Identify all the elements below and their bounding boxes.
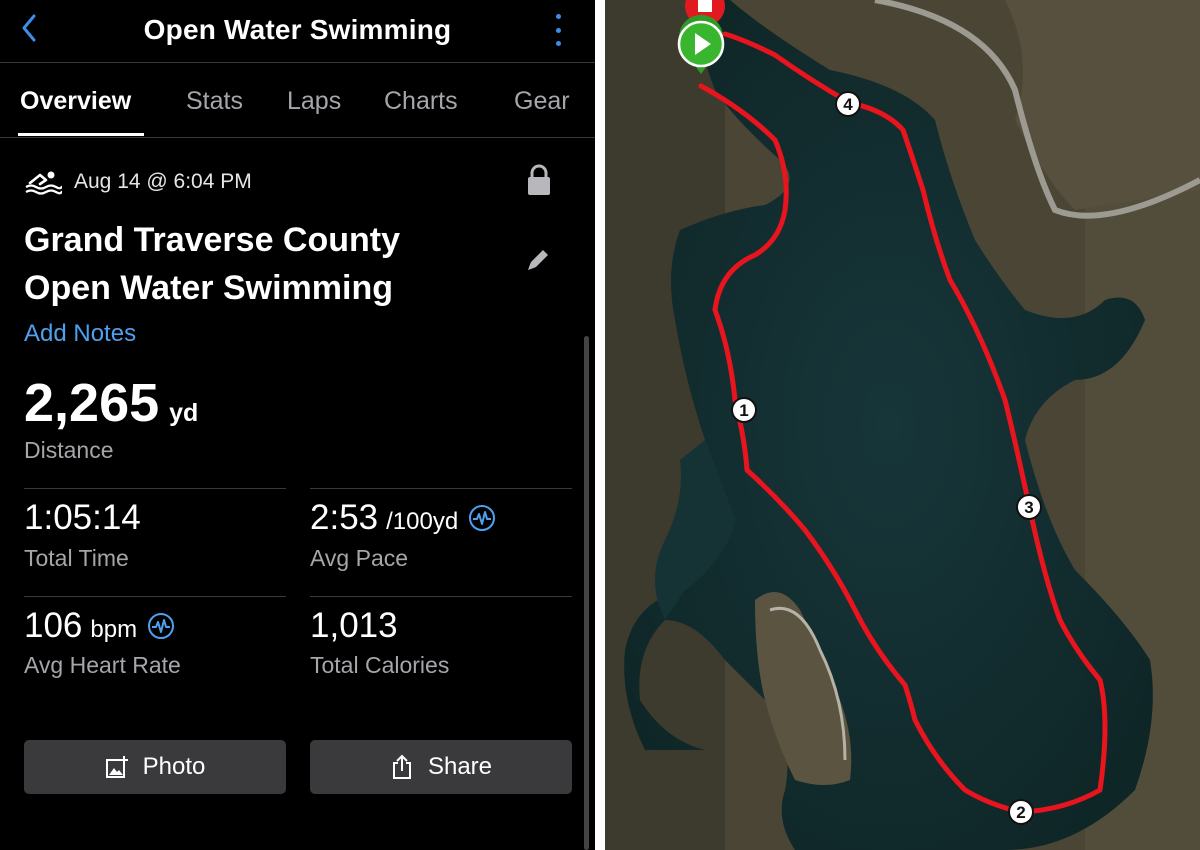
tab-overview[interactable]: Overview (20, 87, 131, 116)
tab-gear[interactable]: Gear (514, 87, 570, 116)
stats-divider-right-2 (310, 596, 572, 597)
total-calories-label: Total Calories (310, 652, 450, 678)
lap-marker-3-label: 3 (1024, 498, 1033, 517)
share-label: Share (427, 753, 493, 780)
more-vertical-icon (555, 14, 561, 19)
swim-icon (25, 171, 62, 195)
page-title: Open Water Swimming (143, 14, 452, 45)
lap-marker-1-label: 1 (739, 401, 748, 420)
lap-marker-4-label: 4 (843, 95, 853, 114)
total-time-label: Total Time (24, 545, 129, 571)
activity-title-line-1: Grand Traverse County (24, 221, 401, 259)
top-bar: Open Water Swimming (0, 0, 595, 62)
route-map[interactable]: 1 2 3 4 (605, 0, 1200, 850)
avg-hr-unit: bpm (90, 616, 138, 643)
active-tab-indicator (18, 133, 144, 136)
activity-title: Grand Traverse County Open Water Swimmin… (24, 216, 504, 312)
tab-laps[interactable]: Laps (287, 87, 341, 116)
lap-marker-3[interactable]: 3 (1016, 494, 1042, 520)
lap-marker-2-label: 2 (1016, 803, 1025, 822)
tabs-divider (0, 137, 595, 138)
avg-pace-value: 2:53 (310, 498, 379, 537)
lock-icon[interactable] (524, 163, 554, 197)
lap-marker-2[interactable]: 2 (1008, 799, 1034, 825)
avg-pace-unit: /100yd (386, 508, 459, 535)
heart-rate-chart-icon[interactable] (147, 612, 175, 640)
tab-stats[interactable]: Stats (186, 87, 243, 116)
total-calories-value-row: 1,013 (310, 606, 398, 646)
lap-marker-1[interactable]: 1 (731, 397, 757, 423)
activity-panel: Open Water Swimming Overview Stats Laps … (0, 0, 595, 850)
total-time-value-row: 1:05:14 (24, 498, 141, 538)
total-calories-value: 1,013 (310, 606, 398, 645)
add-photo-label: Photo (142, 753, 206, 780)
stats-divider-left-1 (24, 488, 286, 489)
avg-pace-label: Avg Pace (310, 545, 409, 571)
share-button[interactable]: Share (310, 740, 572, 794)
scrollbar[interactable] (584, 336, 589, 850)
image-divider (595, 0, 605, 850)
activity-date: Aug 14 @ 6:04 PM (74, 170, 252, 193)
add-notes-link[interactable]: Add Notes (24, 320, 136, 348)
add-photo-button[interactable]: Photo (24, 740, 286, 794)
total-time-value: 1:05:14 (24, 498, 141, 537)
avg-hr-value-row: 106 bpm (24, 606, 175, 646)
add-photo-icon (105, 756, 128, 778)
avg-hr-label: Avg Heart Rate (24, 652, 181, 678)
share-icon (392, 754, 411, 779)
tab-charts[interactable]: Charts (384, 87, 458, 116)
tab-bar: Overview Stats Laps Charts Gear (0, 63, 595, 137)
activity-date-row: Aug 14 @ 6:04 PM (24, 168, 252, 196)
more-options-button[interactable] (551, 14, 565, 46)
stats-divider-right-1 (310, 488, 572, 489)
activity-title-line-2: Open Water Swimming (24, 269, 394, 307)
pencil-edit-icon[interactable] (524, 246, 552, 274)
distance-label: Distance (24, 437, 114, 463)
pace-chart-icon[interactable] (468, 504, 496, 532)
avg-hr-value: 106 (24, 606, 83, 645)
avg-pace-value-row: 2:53 /100yd (310, 498, 496, 538)
distance-unit: yd (169, 399, 199, 427)
stats-divider-left-2 (24, 596, 286, 597)
distance-value: 2,265 (24, 373, 160, 433)
distance-value-row: 2,265 yd (24, 372, 198, 434)
lap-marker-4[interactable]: 4 (835, 91, 861, 117)
satellite-map: 1 2 3 4 (605, 0, 1200, 850)
